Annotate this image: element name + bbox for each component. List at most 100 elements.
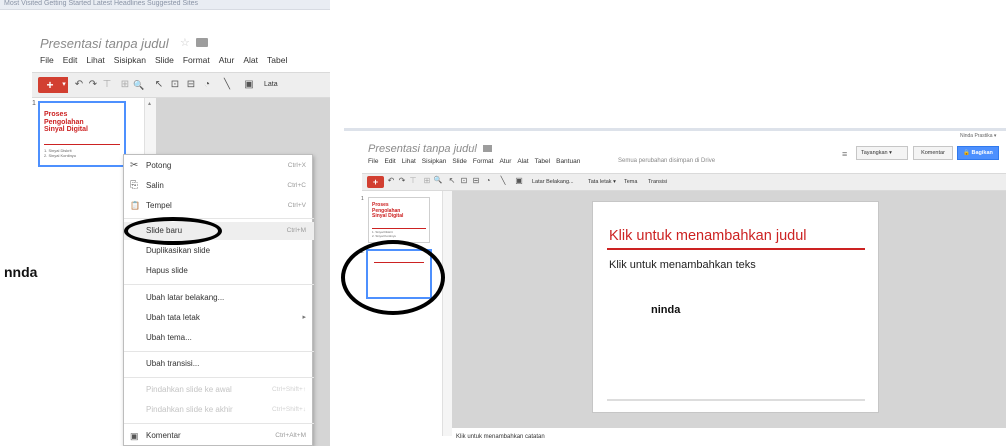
annotation-text: nnda <box>4 264 38 280</box>
comments-button[interactable]: Komentar <box>913 146 953 160</box>
menu-slide[interactable]: Slide <box>452 158 466 165</box>
save-status[interactable]: Semua perubahan disimpan di Drive <box>618 158 715 164</box>
menu-item-move-to-end[interactable]: Pindahkan slide ke akhir Ctrl+Shift+↓ <box>124 401 314 419</box>
slide-typed-text[interactable]: ninda <box>651 304 680 316</box>
toolbar: + ↶ ↷ ⊤ ⊞ 🔍 ↖ ⊡ ⊟ ◔ ╲ ▣ Latar Belakang..… <box>362 173 1006 191</box>
shape-icon[interactable]: ◔ <box>200 77 214 93</box>
paint-format-icon[interactable]: ⊤ <box>100 77 114 93</box>
theme-button[interactable]: Tema <box>624 176 637 188</box>
redo-icon[interactable]: ↷ <box>397 173 407 189</box>
comment-icon[interactable]: ▣ <box>242 77 256 93</box>
slide-number: 1 <box>361 196 364 202</box>
menu-item-paste[interactable]: 📋 Tempel Ctrl+V <box>124 197 314 215</box>
menu-item-change-transition[interactable]: Ubah transisi... <box>124 355 314 373</box>
star-icon[interactable]: ☆ <box>180 36 190 49</box>
slide-canvas[interactable]: Klik untuk menambahkan judul Klik untuk … <box>592 201 879 413</box>
background-button[interactable]: Latar Belakang... <box>532 176 574 188</box>
menu-item-delete-slide[interactable]: Hapus slide <box>124 262 314 280</box>
menu-item-cut[interactable]: ✂ Potong Ctrl+X <box>124 157 314 175</box>
thumbnail-divider <box>372 228 426 229</box>
background-button[interactable]: Lata <box>264 81 278 88</box>
present-button[interactable]: Tayangkan ▾ <box>856 146 908 160</box>
bookmarks-bar[interactable]: Most Visited Getting Started Latest Head… <box>0 0 330 10</box>
layout-dropdown[interactable]: Tata letak ▾ <box>588 176 616 188</box>
new-slide-button[interactable]: + <box>367 176 384 188</box>
redo-icon[interactable]: ↷ <box>86 77 100 93</box>
menu-slide[interactable]: Slide <box>155 55 174 65</box>
menu-bar: File Edit Lihat Sisipkan Slide Format At… <box>368 158 580 165</box>
menu-item-copy[interactable]: ⎘ Salin Ctrl+C <box>124 177 314 195</box>
slide-title-placeholder[interactable]: Klik untuk menambahkan judul <box>609 228 806 244</box>
doc-title[interactable]: Presentasi tanpa judul <box>40 36 169 51</box>
share-button[interactable]: 🔒 Bagikan <box>957 146 999 160</box>
folder-icon[interactable] <box>196 38 208 47</box>
menu-insert[interactable]: Sisipkan <box>422 158 447 165</box>
new-slide-button[interactable]: + <box>38 77 62 93</box>
comment-icon[interactable]: ▣ <box>514 173 524 189</box>
menu-item-move-to-start[interactable]: Pindahkan slide ke awal Ctrl+Shift+↑ <box>124 381 314 399</box>
user-account-menu[interactable]: Ninda Prastika ▾ <box>960 133 996 139</box>
highlight-ellipse <box>341 240 445 315</box>
menu-tools[interactable]: Alat <box>243 55 258 65</box>
menu-arrange[interactable]: Atur <box>219 55 235 65</box>
menu-arrange[interactable]: Atur <box>499 158 511 165</box>
filmstrip-scrollbar[interactable] <box>442 191 452 436</box>
textbox-icon[interactable]: ⊡ <box>459 173 469 189</box>
slide-thumbnail[interactable]: Proses Pengolahan Sinyal Digital 1. Siny… <box>368 197 430 243</box>
image-icon[interactable]: ⊟ <box>471 173 481 189</box>
menu-insert[interactable]: Sisipkan <box>114 55 146 65</box>
folder-icon[interactable] <box>483 145 492 152</box>
menu-item-comment[interactable]: ▣ Komentar Ctrl+Alt+M <box>124 427 314 445</box>
paint-format-icon[interactable]: ⊤ <box>408 173 418 189</box>
undo-icon[interactable]: ↶ <box>386 173 396 189</box>
menu-format[interactable]: Format <box>183 55 210 65</box>
menu-item-change-layout[interactable]: Ubah tata letak ▸ <box>124 309 314 327</box>
new-slide-dropdown-icon[interactable]: ▾ <box>60 77 68 93</box>
toolbar: + ▾ ↶ ↷ ⊤ ⊞ 🔍 ↖ ⊡ ⊟ ◔ ╲ ▣ Lata <box>32 72 330 98</box>
menu-format[interactable]: Format <box>473 158 494 165</box>
zoom-icon[interactable]: 🔍 <box>433 173 443 189</box>
scroll-up-icon[interactable]: ▴ <box>148 100 151 107</box>
transition-button[interactable]: Transisi <box>648 176 667 188</box>
doc-title[interactable]: Presentasi tanpa judul <box>368 143 477 155</box>
menu-item-change-theme[interactable]: Ubah tema... <box>124 329 314 347</box>
line-icon[interactable]: ╲ <box>220 77 234 93</box>
zoom-fit-icon[interactable]: ⊞ <box>422 173 432 189</box>
star-icon[interactable]: ☆ <box>470 143 478 154</box>
slide-body-placeholder[interactable]: Klik untuk menambahkan teks <box>609 259 756 271</box>
paste-icon: 📋 <box>130 201 140 210</box>
select-icon[interactable]: ↖ <box>152 77 166 93</box>
speaker-notes[interactable]: Klik untuk menambahkan catatan <box>452 427 1006 446</box>
shape-icon[interactable]: ◔ <box>483 173 493 189</box>
menu-tools[interactable]: Alat <box>517 158 528 165</box>
menu-item-change-background[interactable]: Ubah latar belakang... <box>124 289 314 307</box>
textbox-icon[interactable]: ⊡ <box>168 77 182 93</box>
menu-edit[interactable]: Edit <box>63 55 78 65</box>
menu-table[interactable]: Tabel <box>267 55 287 65</box>
thumbnail-title: Proses Pengolahan Sinyal Digital <box>44 111 88 133</box>
line-icon[interactable]: ╲ <box>498 173 508 189</box>
zoom-icon[interactable]: 🔍 <box>132 77 146 93</box>
zoom-fit-icon[interactable]: ⊞ <box>118 77 132 93</box>
menu-file[interactable]: File <box>40 55 54 65</box>
thumbnail-body: 1. Sinyal Diskrit 2. Sinyal Kontinyu <box>372 230 397 238</box>
list-icon[interactable]: ≡ <box>842 149 847 159</box>
menu-view[interactable]: Lihat <box>402 158 416 165</box>
image-icon[interactable]: ⊟ <box>184 77 198 93</box>
select-icon[interactable]: ↖ <box>447 173 457 189</box>
scissors-icon: ✂ <box>130 160 139 171</box>
menu-table[interactable]: Tabel <box>535 158 551 165</box>
context-menu: ✂ Potong Ctrl+X ⎘ Salin Ctrl+C 📋 Tempel … <box>123 154 314 446</box>
left-window: Most Visited Getting Started Latest Head… <box>0 0 330 446</box>
menu-item-duplicate-slide[interactable]: Duplikasikan slide <box>124 242 314 260</box>
thumbnail-divider <box>44 144 120 145</box>
thumbnail-title: Proses Pengolahan Sinyal Digital <box>372 202 404 219</box>
slide-thumbnail[interactable]: Proses Pengolahan Sinyal Digital 1. Siny… <box>38 101 126 167</box>
highlight-ellipse <box>124 217 222 245</box>
menu-file[interactable]: File <box>368 158 378 165</box>
menu-help[interactable]: Bantuan <box>556 158 580 165</box>
menu-separator <box>124 423 314 424</box>
menu-view[interactable]: Lihat <box>86 55 104 65</box>
menu-edit[interactable]: Edit <box>384 158 395 165</box>
undo-icon[interactable]: ↶ <box>72 77 86 93</box>
